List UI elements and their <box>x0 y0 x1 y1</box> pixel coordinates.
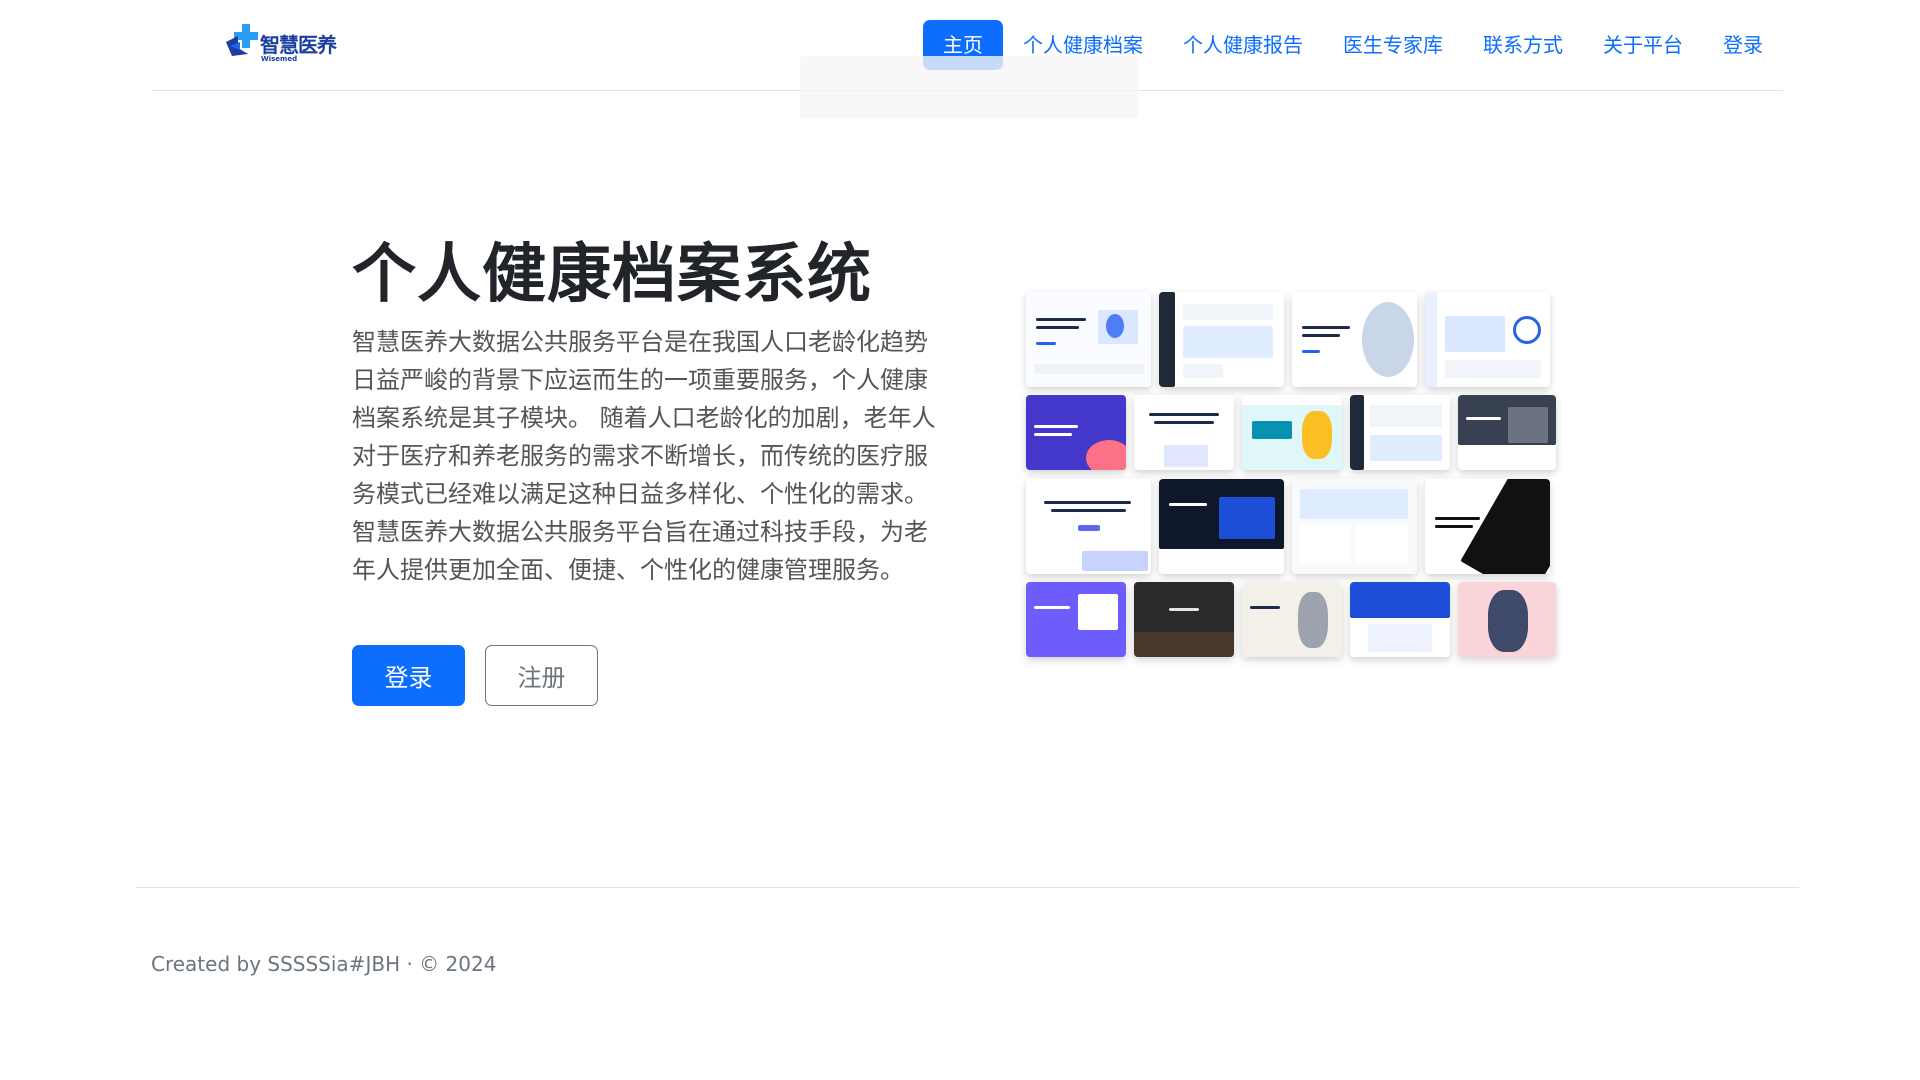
showcase-thumb <box>1425 292 1550 387</box>
nav-health-reports[interactable]: 个人健康报告 <box>1163 20 1323 70</box>
medical-cross-icon <box>224 22 258 62</box>
brand-subtitle: Wisemed <box>261 55 298 63</box>
brand-name: 智慧医养 <box>260 33 337 57</box>
showcase-thumb <box>1026 479 1151 574</box>
showcase-thumb <box>1134 582 1234 657</box>
showcase-thumb <box>1458 395 1556 470</box>
showcase-thumb <box>1159 479 1284 574</box>
showcase-thumb <box>1292 479 1417 574</box>
nav-doctor-library[interactable]: 医生专家库 <box>1323 20 1463 70</box>
nav-contact[interactable]: 联系方式 <box>1463 20 1583 70</box>
showcase-thumb <box>1026 395 1126 470</box>
faded-toast <box>800 56 1138 118</box>
showcase-thumb <box>1242 395 1342 470</box>
showcase-thumb <box>1425 479 1550 574</box>
showcase-thumb <box>1159 292 1284 387</box>
brand-logo[interactable]: 智慧医养 Wisemed <box>224 22 354 68</box>
register-button[interactable]: 注册 <box>485 645 598 706</box>
hero-description: 智慧医养大数据公共服务平台是在我国人口老龄化趋势日益严峻的背景下应运而生的一项重… <box>352 328 936 584</box>
nav-about[interactable]: 关于平台 <box>1583 20 1703 70</box>
login-button[interactable]: 登录 <box>352 645 465 706</box>
showcase-thumb <box>1350 582 1450 657</box>
footer-divider <box>136 887 1799 888</box>
page-title: 个人健康档案系统 <box>352 238 872 312</box>
showcase-thumb <box>1458 582 1556 657</box>
showcase-thumb <box>1292 292 1417 387</box>
showcase-thumb <box>1242 582 1342 657</box>
showcase-thumb <box>1134 395 1234 470</box>
showcase-thumb <box>1026 292 1151 387</box>
showcase-thumb <box>1350 395 1450 470</box>
template-showcase-image <box>1026 292 1556 660</box>
showcase-thumb <box>1026 582 1126 657</box>
footer-credit: Created by SSSSSia#JBH · © 2024 <box>151 952 497 976</box>
nav-login[interactable]: 登录 <box>1703 20 1783 70</box>
